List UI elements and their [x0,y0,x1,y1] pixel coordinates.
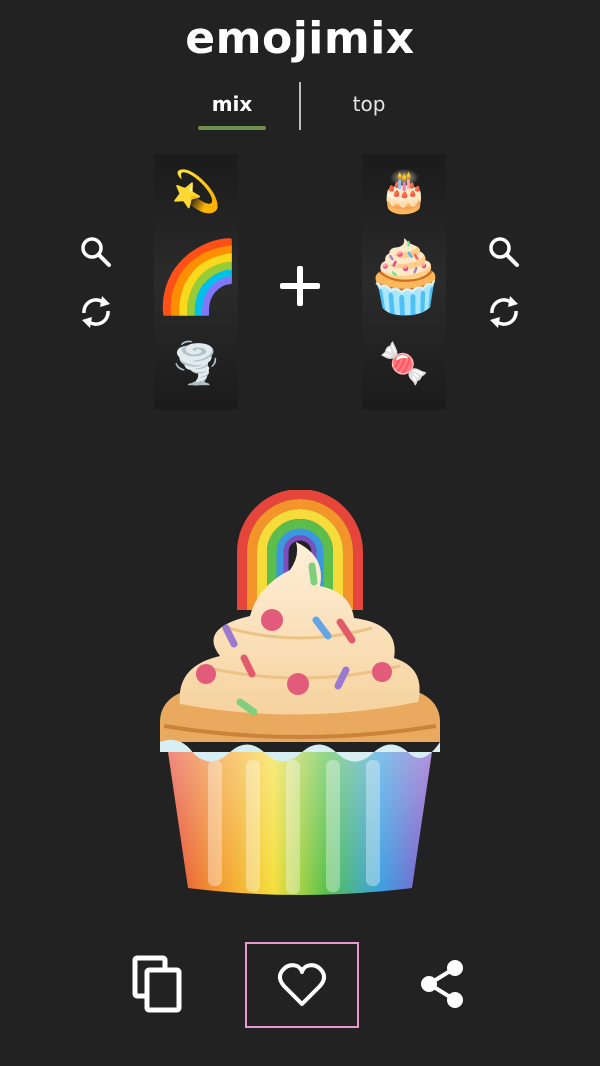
app-title: emojimix [185,13,415,64]
reel-emoji-candy[interactable]: 🍬 [362,340,446,387]
share-icon [421,960,463,1008]
plus-icon [280,266,320,306]
search-icon[interactable] [76,232,116,272]
result-emoji-rainbow-cupcake [160,490,440,895]
like-button[interactable] [245,942,359,1028]
search-icon[interactable] [484,232,524,272]
refresh-icon[interactable] [484,292,524,332]
reel-emoji-cupcake-selected[interactable]: 🧁 [362,236,449,319]
tab-bar: mix top [0,80,600,132]
copy-button[interactable] [102,942,214,1026]
right-emoji-reel[interactable]: 🎂 🧁 🍬 [362,154,449,410]
tab-mix[interactable]: mix [196,92,268,116]
reel-emoji-tornado[interactable]: 🌪️ [154,340,238,387]
refresh-icon[interactable] [76,292,116,332]
reel-emoji-rainbow-selected[interactable]: 🌈 [154,236,241,319]
reel-emoji-dizzy[interactable]: 💫 [154,168,238,215]
tab-top[interactable]: top [330,92,408,116]
copy-icon [132,955,182,1013]
tab-divider [299,82,301,130]
tab-active-indicator [198,126,266,130]
reel-emoji-birthday-cake[interactable]: 🎂 [362,168,446,215]
share-button[interactable] [386,942,498,1026]
heart-icon [277,963,327,1006]
left-emoji-reel[interactable]: 💫 🌈 🌪️ [154,154,241,410]
